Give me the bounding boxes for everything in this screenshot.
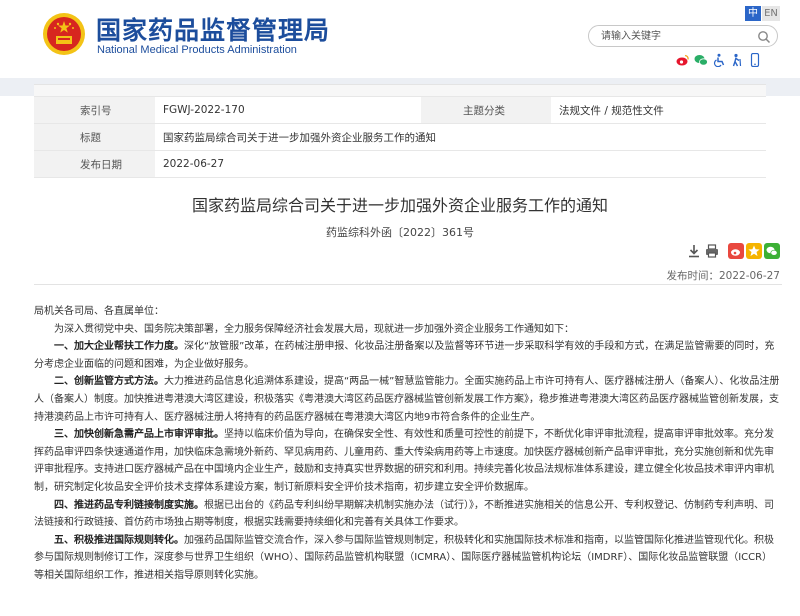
header-band [0,78,800,97]
meta-row: 标题 国家药监局综合司关于进一步加强外资企业服务工作的通知 [34,123,766,151]
title-label: 标题 [34,123,155,151]
share-weibo-icon[interactable] [728,243,744,259]
download-icon[interactable] [686,243,702,259]
site-header: 国家药品监督管理局 National Medical Products Admi… [0,0,800,78]
category-value: 法规文件 / 规范性文件 [551,96,766,124]
document-number: 药监综科外函〔2022〕361号 [326,226,474,239]
divider [34,284,782,285]
print-icon[interactable] [704,243,720,259]
weibo-icon[interactable] [676,52,690,66]
section-3-heading: 三、加快创新急需产品上市审评审批。 [54,429,224,441]
document-title: 国家药监局综合司关于进一步加强外资企业服务工作的通知 [191,196,608,215]
intro-paragraph: 为深入贯彻党中央、国务院决策部署，全力服务保障经济社会发展大局，现就进一步加强外… [54,323,574,335]
section-1: 一、加大企业帮扶工作力度。深化“放管服”改革，在药械注册申报、化妆品注册备案以及… [34,338,782,373]
lang-en-button[interactable]: EN [762,6,780,21]
elder-mode-icon[interactable] [730,52,744,67]
date-label: 发布日期 [34,150,155,178]
title-value: 国家药监局综合司关于进一步加强外资企业服务工作的通知 [155,123,766,151]
mobile-icon[interactable] [748,52,762,68]
document-body: 局机关各司局、各直属单位： 为深入贯彻党中央、国务院决策部署，全力服务保障经济社… [34,303,782,585]
section-5: 五、积极推进国际规则转化。加强药品国际监管交流合作，深入参与国际监管规则制定，积… [34,532,782,585]
salutation: 局机关各司局、各直属单位： [34,306,164,317]
date-value: 2022-06-27 [155,150,766,178]
search-box [588,25,778,47]
accessibility-icon[interactable] [712,52,726,68]
section-1-heading: 一、加大企业帮扶工作力度。 [54,341,184,353]
search-input[interactable] [601,28,751,44]
meta-row: 索引号 FGWJ-2022-170 主题分类 法规文件 / 规范性文件 [34,96,766,124]
publish-time: 发布时间：2022-06-27 [666,270,780,282]
lang-zh-button[interactable]: 中 [745,6,761,21]
share-qzone-icon[interactable] [746,243,762,259]
meta-row: 发布日期 2022-06-27 [34,150,766,178]
site-name-cn[interactable]: 国家药品监督管理局 [96,11,330,47]
section-2-heading: 二、创新监管方式方法。 [54,376,164,388]
section-5-heading: 五、积极推进国际规则转化。 [54,534,184,546]
search-icon[interactable] [757,30,771,44]
document-meta-table: 索引号 FGWJ-2022-170 主题分类 法规文件 / 规范性文件 标题 国… [34,96,766,178]
section-2: 二、创新监管方式方法。大力推进药品信息化追溯体系建设，提高“两品一械”智慧监管能… [34,373,782,426]
site-name-en[interactable]: National Medical Products Administration [97,44,297,56]
wechat-icon[interactable] [694,52,708,66]
section-4: 四、推进药品专利链接制度实施。根据已出台的《药品专利纠纷早期解决机制实施办法（试… [34,497,782,532]
section-3: 三、加快创新急需产品上市审评审批。坚持以临床价值为导向，在确保安全性、有效性和质… [34,426,782,496]
national-emblem-icon[interactable] [42,12,86,56]
index-label: 索引号 [34,96,155,124]
section-4-heading: 四、推进药品专利链接制度实施。 [54,499,204,511]
index-value: FGWJ-2022-170 [155,96,421,124]
share-wechat-icon[interactable] [764,243,780,259]
category-label: 主题分类 [421,96,551,124]
